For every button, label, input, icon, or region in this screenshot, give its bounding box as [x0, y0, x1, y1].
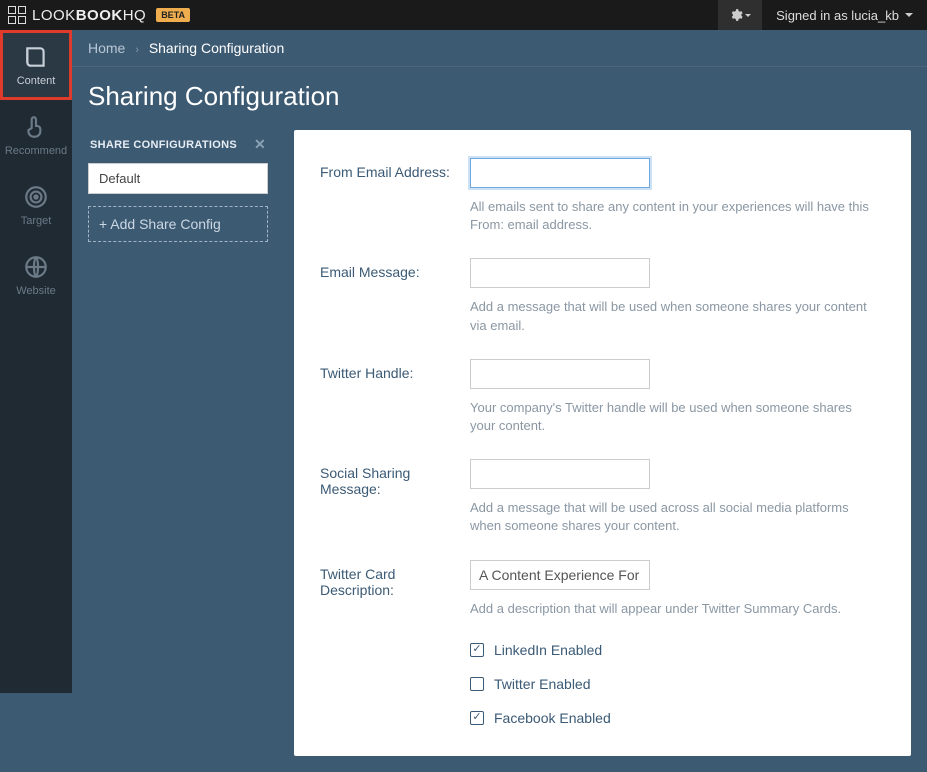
- social-message-label: Social Sharing Message:: [320, 459, 470, 535]
- social-message-help: Add a message that will be used across a…: [470, 499, 870, 535]
- signed-in-text: Signed in as lucia_kb: [776, 8, 899, 23]
- nav-label: Website: [16, 285, 56, 297]
- twitter-handle-help: Your company's Twitter handle will be us…: [470, 399, 870, 435]
- nav-item-website[interactable]: Website: [0, 240, 72, 310]
- panel-header-title: SHARE CONFIGURATIONS: [90, 139, 237, 151]
- nav-item-recommend[interactable]: Recommend: [0, 100, 72, 170]
- breadcrumb-current: Sharing Configuration: [149, 40, 284, 56]
- facebook-checkbox[interactable]: [470, 711, 484, 725]
- brand-text: LOOKBOOKHQ: [32, 7, 146, 24]
- gear-icon: [729, 8, 743, 22]
- twitter-label: Twitter Enabled: [494, 676, 591, 692]
- share-config-panel: SHARE CONFIGURATIONS ✕ Default + Add Sha…: [88, 130, 268, 756]
- chevron-down-icon: [745, 14, 751, 17]
- target-icon: [22, 183, 50, 211]
- pointer-icon: [22, 113, 50, 141]
- logo[interactable]: LOOKBOOKHQ BETA: [0, 6, 190, 24]
- side-nav: Content Recommend Target Website: [0, 30, 72, 693]
- twitter-card-help: Add a description that will appear under…: [470, 600, 870, 618]
- config-form: From Email Address: All emails sent to s…: [294, 130, 911, 756]
- from-email-help: All emails sent to share any content in …: [470, 198, 870, 234]
- breadcrumb-separator: ›: [135, 44, 139, 56]
- page-title: Sharing Configuration: [72, 67, 927, 130]
- nav-item-target[interactable]: Target: [0, 170, 72, 240]
- breadcrumb-home[interactable]: Home: [88, 40, 125, 56]
- nav-label: Recommend: [5, 145, 67, 157]
- email-message-label: Email Message:: [320, 258, 470, 334]
- config-item-default[interactable]: Default: [88, 163, 268, 194]
- logo-grid-icon: [8, 6, 26, 24]
- book-icon: [22, 43, 50, 71]
- from-email-input[interactable]: [470, 158, 650, 188]
- twitter-handle-label: Twitter Handle:: [320, 359, 470, 435]
- globe-icon: [22, 253, 50, 281]
- linkedin-label: LinkedIn Enabled: [494, 642, 602, 658]
- from-email-label: From Email Address:: [320, 158, 470, 234]
- add-share-config-button[interactable]: + Add Share Config: [88, 206, 268, 242]
- beta-badge: BETA: [156, 8, 190, 22]
- email-message-input[interactable]: [470, 258, 650, 288]
- email-message-help: Add a message that will be used when som…: [470, 298, 870, 334]
- facebook-label: Facebook Enabled: [494, 710, 611, 726]
- nav-label: Target: [21, 215, 52, 227]
- twitter-checkbox[interactable]: [470, 677, 484, 691]
- chevron-down-icon: [905, 13, 913, 17]
- user-menu[interactable]: Signed in as lucia_kb: [762, 0, 927, 30]
- twitter-handle-input[interactable]: [470, 359, 650, 389]
- breadcrumb: Home › Sharing Configuration: [72, 30, 927, 67]
- twitter-card-input[interactable]: [470, 560, 650, 590]
- nav-label: Content: [17, 75, 56, 87]
- social-message-input[interactable]: [470, 459, 650, 489]
- linkedin-checkbox[interactable]: [470, 643, 484, 657]
- twitter-card-label: Twitter Card Description:: [320, 560, 470, 618]
- topbar: LOOKBOOKHQ BETA Signed in as lucia_kb: [0, 0, 927, 30]
- settings-button[interactable]: [718, 0, 762, 30]
- nav-item-content[interactable]: Content: [0, 30, 72, 100]
- panel-close-button[interactable]: ✕: [254, 136, 266, 153]
